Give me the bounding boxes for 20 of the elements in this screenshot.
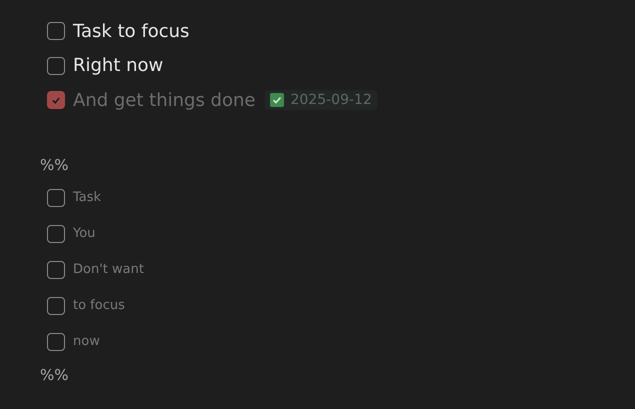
checkbox[interactable] xyxy=(47,332,65,350)
task-text: to focus xyxy=(73,298,125,313)
checkbox[interactable] xyxy=(47,91,65,110)
comment-marker: %% xyxy=(40,154,70,176)
task-text: Task to focus xyxy=(73,20,190,42)
task-text: Don't want xyxy=(73,262,144,277)
checkbox[interactable] xyxy=(47,22,65,40)
checkbox[interactable] xyxy=(47,188,65,206)
checkbox[interactable] xyxy=(47,260,65,278)
task-text: And get things done xyxy=(73,90,256,111)
checkbox[interactable] xyxy=(47,56,65,75)
task-text: You xyxy=(73,226,96,241)
checkbox[interactable] xyxy=(47,224,65,242)
comment-marker: %% xyxy=(40,364,70,386)
task-text: now xyxy=(73,334,100,349)
task-text: Right now xyxy=(73,55,164,76)
date-text: 2025-09-12 xyxy=(290,92,372,108)
check-icon xyxy=(270,93,284,108)
task-text: Task xyxy=(73,190,102,205)
checkbox[interactable] xyxy=(47,296,65,314)
